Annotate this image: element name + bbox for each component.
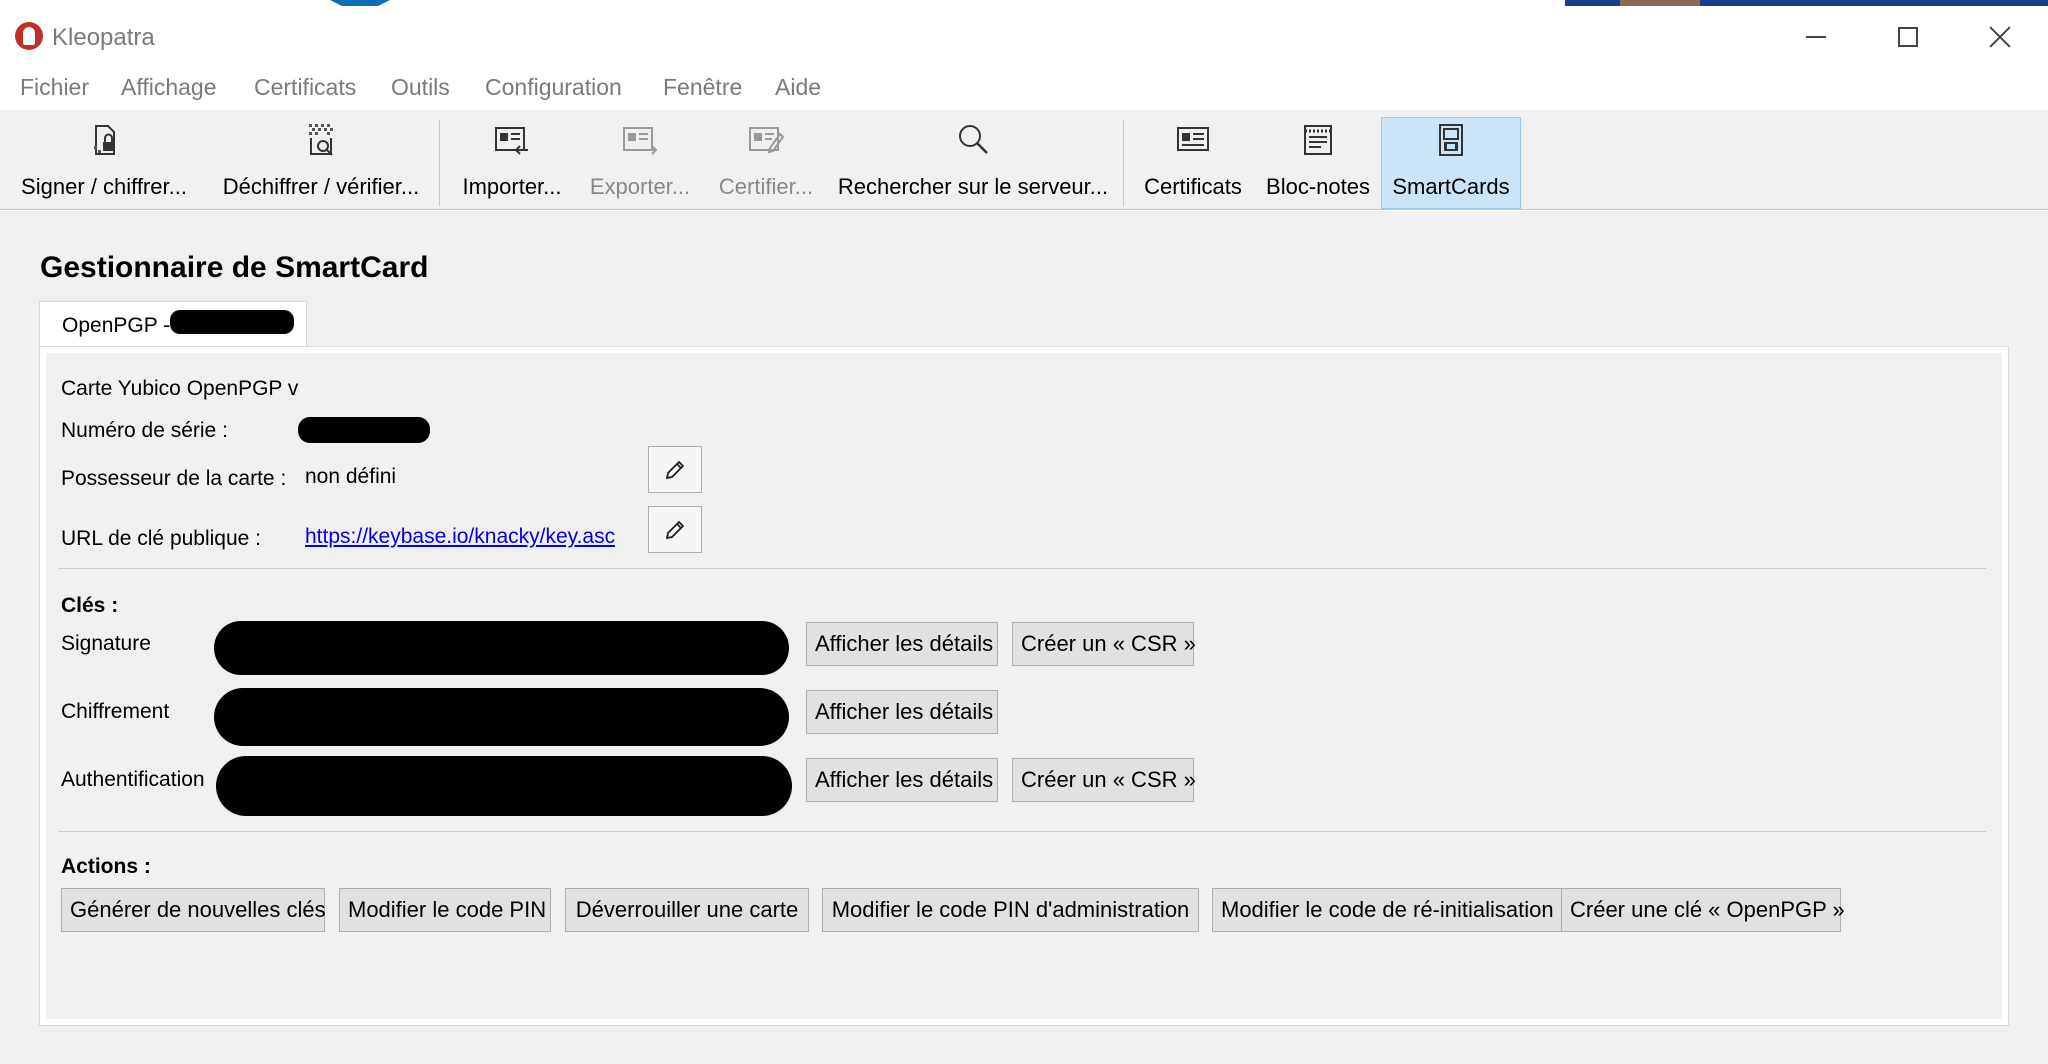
change-reset-code-button[interactable]: Modifier le code de ré-initialisation xyxy=(1212,888,1562,932)
minimize-icon xyxy=(1806,36,1826,38)
card-type-line: Carte Yubico OpenPGP v xyxy=(61,377,299,400)
window-title: Kleopatra xyxy=(52,24,155,51)
certify-button[interactable]: Certifier... xyxy=(712,118,820,208)
create-openpgp-key-button[interactable]: Créer une clé « OpenPGP » xyxy=(1561,888,1845,932)
import-button[interactable]: Importer... xyxy=(456,118,568,208)
close-icon xyxy=(1988,25,2012,49)
tab-label: OpenPGP - xyxy=(62,314,171,337)
change-admin-pin-button[interactable]: Modifier le code PIN d'administration xyxy=(822,888,1199,932)
kleopatra-app-icon xyxy=(15,22,43,50)
search-icon xyxy=(959,125,988,154)
screen-bottom-edge xyxy=(0,1058,2048,1064)
menu-fichier[interactable]: Fichier xyxy=(20,74,89,101)
maximize-button[interactable] xyxy=(1864,12,1952,62)
edit-pubkey-url-button[interactable] xyxy=(648,506,702,553)
smartcard-manager-view: Gestionnaire de SmartCard OpenPGP - Cart… xyxy=(0,211,2048,1064)
smartcards-label: SmartCards xyxy=(1392,174,1510,199)
pubkey-url-link[interactable]: https://keybase.io/knacky/key.asc xyxy=(305,525,615,549)
notepad-icon xyxy=(1304,125,1332,155)
redacted-serial-value xyxy=(298,417,430,443)
toolbar-separator xyxy=(1123,120,1124,206)
signature-show-details-button[interactable]: Afficher les détails xyxy=(806,622,998,666)
menu-bar: Fichier Affichage Certificats Outils Con… xyxy=(0,64,2048,110)
generate-keys-button[interactable]: Générer de nouvelles clés xyxy=(61,888,326,932)
search-server-label: Rechercher sur le serveur... xyxy=(837,174,1109,199)
decrypt-verify-button[interactable]: Déchiffrer / vérifier... xyxy=(216,118,426,208)
redacted-auth-key xyxy=(216,756,792,816)
import-label: Importer... xyxy=(462,174,562,199)
import-icon xyxy=(495,127,528,155)
main-toolbar: Signer / chiffrer... Déchiffrer / vérifi… xyxy=(0,110,2048,210)
maximize-icon xyxy=(1898,27,1918,47)
signature-key-label: Signature xyxy=(61,632,151,655)
tab-openpgp-card[interactable]: OpenPGP - xyxy=(39,301,307,347)
menu-affichage[interactable]: Affichage xyxy=(121,74,216,101)
decrypt-verify-icon xyxy=(309,124,333,156)
owner-value: non défini xyxy=(305,465,397,488)
card-panel: Carte Yubico OpenPGP v Numéro de série :… xyxy=(39,346,2009,1026)
menu-configuration[interactable]: Configuration xyxy=(485,74,622,101)
close-button[interactable] xyxy=(1956,12,2044,62)
export-button[interactable]: Exporter... xyxy=(584,118,696,208)
certificates-button[interactable]: Certificats xyxy=(1138,118,1248,208)
pubkey-url-label: URL de clé publique : xyxy=(61,527,262,550)
certify-label: Certifier... xyxy=(718,174,814,199)
encryption-key-label: Chiffrement xyxy=(61,700,170,723)
keys-heading: Clés : xyxy=(61,594,119,617)
sign-encrypt-button[interactable]: Signer / chiffrer... xyxy=(14,118,194,208)
toolbar-separator xyxy=(439,120,440,206)
edit-owner-button[interactable] xyxy=(648,446,702,493)
decrypt-verify-label: Déchiffrer / vérifier... xyxy=(222,174,420,199)
owner-label: Possesseur de la carte : xyxy=(61,467,287,490)
notepad-button[interactable]: Bloc-notes xyxy=(1262,118,1374,208)
auth-create-csr-button[interactable]: Créer un « CSR » xyxy=(1012,758,1196,802)
sign-encrypt-label: Signer / chiffrer... xyxy=(21,174,187,199)
title-bar[interactable]: Kleopatra xyxy=(0,6,2048,64)
smartcard-icon xyxy=(1439,124,1463,156)
redacted-serial-tab xyxy=(170,310,294,334)
export-label: Exporter... xyxy=(589,174,691,199)
sign-encrypt-icon xyxy=(94,125,115,155)
unblock-card-button[interactable]: Déverrouiller une carte xyxy=(565,888,809,932)
smartcards-button[interactable]: SmartCards xyxy=(1381,117,1521,209)
menu-aide[interactable]: Aide xyxy=(775,74,821,101)
kleopatra-window: Kleopatra Fichier Affichage Certificats … xyxy=(0,6,2048,1064)
pencil-icon xyxy=(665,520,685,539)
export-icon xyxy=(623,127,658,155)
notepad-label: Bloc-notes xyxy=(1266,174,1370,199)
menu-outils[interactable]: Outils xyxy=(391,74,450,101)
serial-label: Numéro de série : xyxy=(61,419,228,442)
redacted-encryption-key xyxy=(214,688,789,746)
change-pin-button[interactable]: Modifier le code PIN xyxy=(339,888,551,932)
redacted-signature-key xyxy=(214,621,789,675)
menu-certificats[interactable]: Certificats xyxy=(254,74,356,101)
separator xyxy=(58,831,1986,832)
auth-key-label: Authentification xyxy=(61,768,205,791)
certificate-icon xyxy=(1177,127,1209,151)
minimize-button[interactable] xyxy=(1772,12,1860,62)
encryption-show-details-button[interactable]: Afficher les détails xyxy=(806,690,998,734)
separator xyxy=(58,568,1986,569)
card-panel-inner: Carte Yubico OpenPGP v Numéro de série :… xyxy=(46,353,2002,1019)
menu-fenetre[interactable]: Fenêtre xyxy=(663,74,742,101)
actions-heading: Actions : xyxy=(61,855,151,878)
certificates-label: Certificats xyxy=(1144,174,1242,199)
search-server-button[interactable]: Rechercher sur le serveur... xyxy=(838,118,1108,208)
pencil-icon xyxy=(665,460,685,479)
signature-create-csr-button[interactable]: Créer un « CSR » xyxy=(1012,622,1196,666)
page-title: Gestionnaire de SmartCard xyxy=(40,251,429,284)
certify-icon xyxy=(749,127,785,154)
auth-show-details-button[interactable]: Afficher les détails xyxy=(806,758,998,802)
